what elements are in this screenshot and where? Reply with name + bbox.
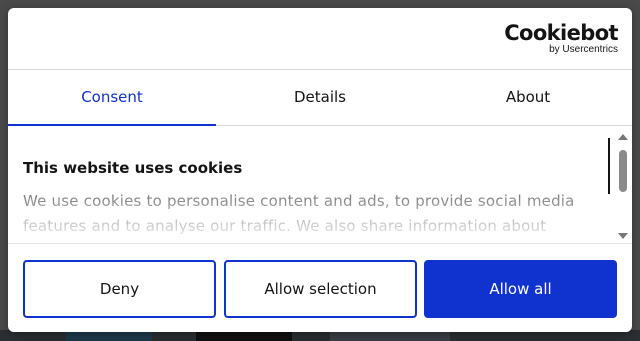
tab-about[interactable]: About xyxy=(424,70,632,125)
consent-content: This website uses cookies We use cookies… xyxy=(8,126,632,243)
content-description: We use cookies to personalise content an… xyxy=(23,192,575,243)
tab-details[interactable]: Details xyxy=(216,70,424,125)
scroll-thumb[interactable] xyxy=(619,150,627,192)
dialog-footer: Deny Allow selection Allow all xyxy=(8,243,632,332)
tab-consent[interactable]: Consent xyxy=(8,70,216,126)
logo-wordmark: Cookiebot xyxy=(504,21,618,45)
logo-byline: by Usercentrics xyxy=(549,44,618,55)
allow-all-button[interactable]: Allow all xyxy=(424,260,617,318)
consent-tabs: Consent Details About xyxy=(8,70,632,126)
dialog-header: Cookiebot by Usercentrics xyxy=(8,8,632,70)
scroll-up-icon[interactable] xyxy=(618,134,628,140)
content-scrollbar[interactable] xyxy=(617,134,629,241)
deny-button[interactable]: Deny xyxy=(23,260,216,318)
scroll-down-icon[interactable] xyxy=(618,233,628,239)
content-title: This website uses cookies xyxy=(23,159,243,177)
allow-selection-button[interactable]: Allow selection xyxy=(224,260,417,318)
cookiebot-logo[interactable]: Cookiebot by Usercentrics xyxy=(504,22,618,56)
focus-indicator xyxy=(608,138,610,194)
cookie-consent-dialog: Cookiebot by Usercentrics Consent Detail… xyxy=(8,8,632,332)
